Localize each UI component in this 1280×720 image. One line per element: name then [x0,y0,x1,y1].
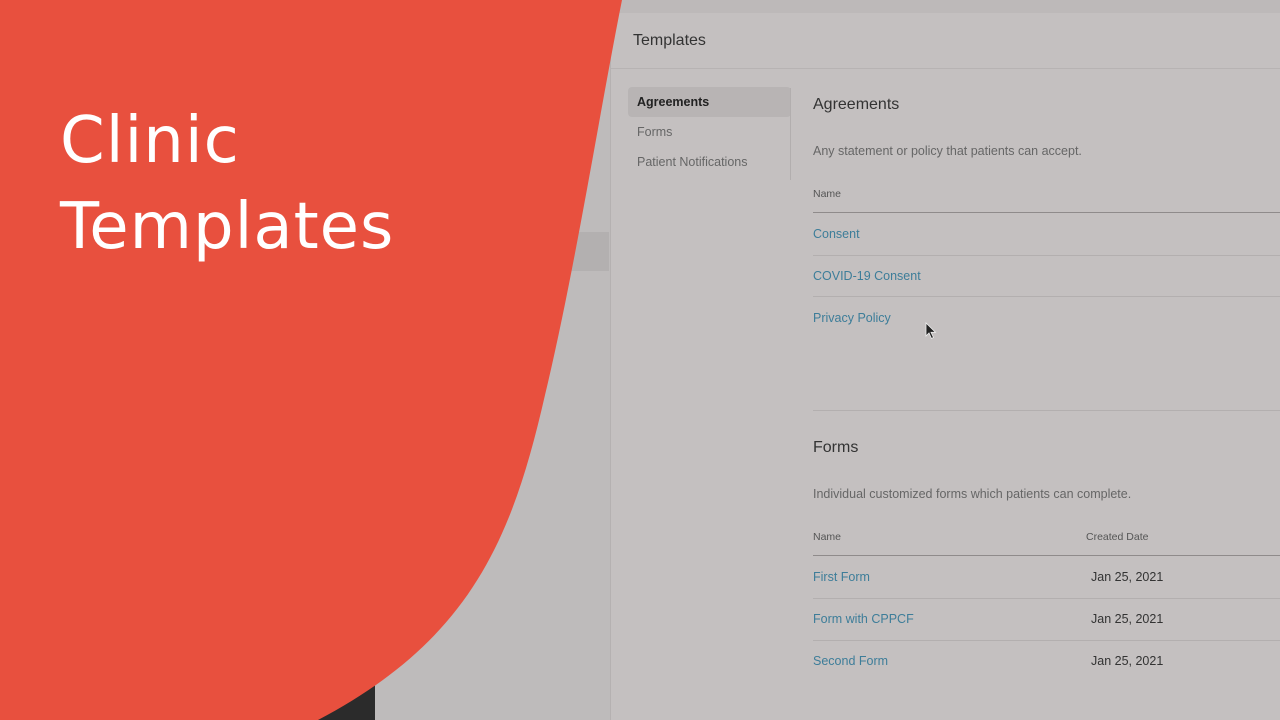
agreements-column-name: Name [813,188,842,200]
row-divider [813,598,1280,599]
mouse-pointer-icon [925,322,937,340]
page-title: Templates [633,32,706,49]
sidebar-divider [790,88,791,180]
sidebar-item-patient-notifications[interactable]: Patient Notifications [628,147,791,177]
agreement-link-covid-19-consent[interactable]: COVID-19 Consent [813,269,921,283]
sidebar-item-forms[interactable]: Forms [628,117,791,147]
templates-sidebar: Agreements Forms Patient Notifications [628,87,791,177]
templates-app-window: Templates Agreements Forms Patient Notif… [610,0,1280,720]
form-created-date: Jan 25, 2021 [1091,570,1164,584]
forms-column-name: Name [813,531,842,543]
app-top-bar [611,0,1280,13]
form-link-second-form[interactable]: Second Form [813,654,888,668]
video-frame: Templates Agreements Forms Patient Notif… [0,0,1280,720]
sidebar-item-agreements[interactable]: Agreements [628,87,791,117]
agreements-header-rule [813,212,1280,213]
form-created-date: Jan 25, 2021 [1091,654,1164,668]
forms-column-created-date: Created Date [1086,531,1149,543]
agreement-link-privacy-policy[interactable]: Privacy Policy [813,311,891,325]
section-divider [813,410,1280,411]
row-divider [813,255,1280,256]
forms-description: Individual customized forms which patien… [813,487,1132,501]
video-title: Clinic Templates [60,98,394,270]
row-divider [813,296,1280,297]
video-title-line-2: Templates [60,190,395,264]
form-created-date: Jan 25, 2021 [1091,612,1164,626]
form-link-form-with-cppcf[interactable]: Form with CPPCF [813,612,914,626]
app-header: Templates [611,13,1280,69]
forms-section-title: Forms [813,439,859,456]
agreements-section-title: Agreements [813,96,900,113]
forms-header-rule [813,555,1280,556]
agreement-link-consent[interactable]: Consent [813,227,860,241]
agreements-description: Any statement or policy that patients ca… [813,144,1082,158]
form-link-first-form[interactable]: First Form [813,570,870,584]
row-divider [813,640,1280,641]
video-title-line-1: Clinic [60,104,240,178]
